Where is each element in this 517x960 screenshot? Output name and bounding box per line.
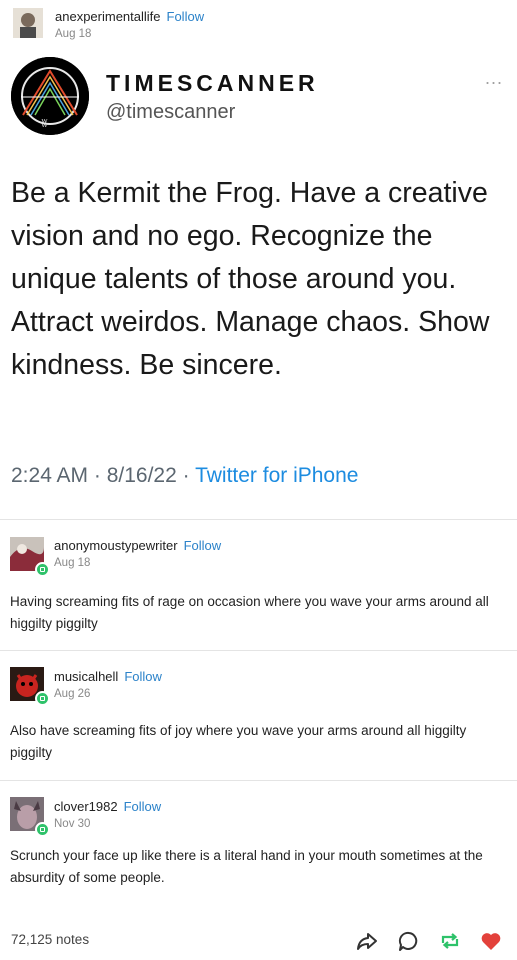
reblog-username[interactable]: musicalhell: [54, 669, 118, 684]
tweet-timestamp: 2:24 AM · 8/16/22 ·: [11, 464, 196, 487]
post-date: Aug 18: [55, 28, 92, 40]
author-line: anexperimentallife Follow: [55, 8, 204, 26]
notes-count[interactable]: 72,125 notes: [11, 932, 89, 947]
author-follow-button[interactable]: Follow: [167, 9, 205, 24]
tweet-avatar[interactable]: ʬ: [11, 57, 89, 135]
reblog-badge-icon: [35, 562, 50, 577]
reblog-author-line: musicalhell Follow: [54, 668, 162, 686]
reblog-text: Scrunch your face up like there is a lit…: [10, 848, 483, 885]
tweet-source-link[interactable]: Twitter for iPhone: [195, 464, 358, 487]
reblog-follow-button[interactable]: Follow: [124, 799, 162, 814]
tweet-body: Be a Kermit the Frog. Have a creative vi…: [11, 177, 490, 381]
author-avatar[interactable]: [13, 8, 43, 38]
reblog-follow-button[interactable]: Follow: [184, 538, 222, 553]
reblog-badge-icon: [35, 691, 50, 706]
reblog-date: Aug 18: [54, 557, 91, 569]
svg-text:ʬ: ʬ: [41, 116, 48, 130]
like-heart-icon[interactable]: [480, 930, 502, 952]
reblog-badge-icon: [35, 822, 50, 837]
reblog-username[interactable]: clover1982: [54, 799, 118, 814]
reblog-text: Having screaming fits of rage on occasio…: [10, 594, 489, 631]
more-options-icon[interactable]: ...: [485, 68, 503, 89]
reblog-date: Aug 26: [54, 688, 91, 700]
share-icon[interactable]: [356, 930, 378, 952]
reblog-follow-button[interactable]: Follow: [124, 669, 162, 684]
divider: [0, 780, 517, 781]
author-username[interactable]: anexperimentallife: [55, 9, 161, 24]
tweet-handle[interactable]: @timescanner: [106, 101, 235, 124]
reblog-date: Nov 30: [54, 818, 91, 830]
divider: [0, 519, 517, 520]
reblog-author-line: anonymoustypewriter Follow: [54, 537, 221, 555]
divider: [0, 650, 517, 651]
reblog-icon[interactable]: [439, 930, 461, 952]
reply-icon[interactable]: [398, 930, 420, 952]
tweet-meta: 2:24 AM · 8/16/22 · Twitter for iPhone: [11, 464, 358, 488]
reblog-author-line: clover1982 Follow: [54, 798, 161, 816]
reblog-username[interactable]: anonymoustypewriter: [54, 538, 178, 553]
tweet-display-name[interactable]: TIMESCANNER: [106, 70, 319, 97]
reblog-text: Also have screaming fits of joy where yo…: [10, 723, 467, 760]
